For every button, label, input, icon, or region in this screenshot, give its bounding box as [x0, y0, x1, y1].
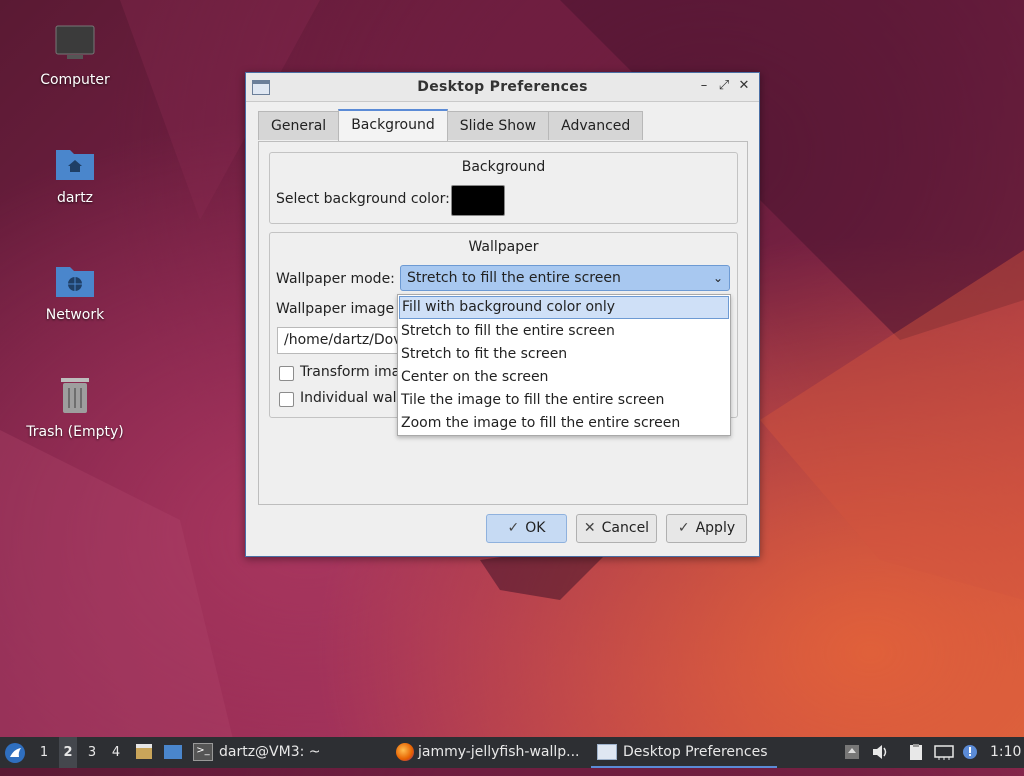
network-button[interactable]	[934, 743, 954, 761]
tab-background[interactable]: Background	[338, 109, 448, 141]
desktop-icon-home[interactable]: dartz	[15, 140, 135, 206]
task-terminal[interactable]: >_ dartz@VM3: ~	[193, 737, 321, 768]
desktop-icon-trash[interactable]: Trash (Empty)	[15, 374, 135, 440]
apply-label: Apply	[695, 520, 736, 536]
tab-bar: General Background Slide Show Advanced	[258, 109, 644, 141]
workspace-2[interactable]: 2	[59, 737, 77, 768]
tab-advanced[interactable]: Advanced	[548, 111, 644, 140]
wallpaper-frame-title: Wallpaper	[468, 239, 539, 255]
terminal-icon: >_	[193, 743, 213, 761]
transform-image-checkbox[interactable]	[279, 366, 294, 381]
task-label: Desktop Preferences	[623, 744, 768, 760]
wallpaper-mode-label: Wallpaper mode:	[276, 271, 395, 287]
desktop-icon-label: dartz	[56, 190, 94, 206]
notification-button[interactable]	[961, 743, 979, 761]
workspace-3[interactable]: 3	[83, 737, 101, 768]
start-menu-button[interactable]	[4, 742, 26, 764]
wallpaper-image-label: Wallpaper image f	[276, 301, 404, 317]
volume-button[interactable]	[871, 743, 889, 761]
dropdown-option[interactable]: Center on the screen	[398, 366, 730, 389]
task-label: dartz@VM3: ~	[219, 744, 321, 760]
file-manager-launcher[interactable]	[135, 743, 153, 761]
up-arrow-icon	[845, 745, 859, 759]
background-color-label: Select background color:	[276, 191, 450, 207]
task-label: jammy-jellyfish-wallp...	[418, 744, 580, 760]
task-desktop-preferences[interactable]: Desktop Preferences	[591, 737, 777, 768]
network-folder-icon	[53, 257, 97, 301]
lubuntu-logo-icon	[5, 743, 25, 763]
computer-icon	[53, 22, 97, 66]
dropdown-option[interactable]: Fill with background color only	[399, 296, 729, 319]
checkmark-icon: ✓	[677, 520, 690, 536]
workspace-1[interactable]: 1	[35, 737, 53, 768]
dropdown-option[interactable]: Zoom the image to fill the entire screen	[398, 412, 730, 435]
home-folder-icon	[53, 140, 97, 184]
apply-button[interactable]: ✓ Apply	[666, 514, 747, 543]
dropdown-option[interactable]: Stretch to fit the screen	[398, 343, 730, 366]
wallpaper-mode-select[interactable]: Stretch to fill the entire screen ⌄	[400, 265, 730, 291]
individual-wallpaper-checkbox[interactable]	[279, 392, 294, 407]
info-icon	[963, 745, 977, 759]
show-desktop-button[interactable]	[163, 743, 182, 761]
clipboard-button[interactable]	[907, 743, 925, 761]
title-bar[interactable]: Desktop Preferences – ⤢ ✕	[246, 73, 759, 102]
transform-image-label: Transform ima	[300, 364, 401, 380]
dropdown-option[interactable]: Stretch to fill the entire screen	[398, 320, 730, 343]
network-icon	[934, 745, 954, 760]
close-button[interactable]: ✕	[736, 78, 752, 94]
wallpaper-mode-value: Stretch to fill the entire screen	[407, 270, 621, 286]
desktop-icon	[164, 745, 182, 759]
speaker-icon	[873, 745, 887, 759]
trash-icon	[53, 374, 97, 418]
tab-slide-show[interactable]: Slide Show	[446, 111, 550, 140]
clipboard-icon	[910, 744, 922, 760]
desktop-icon-computer[interactable]: Computer	[15, 22, 135, 88]
individual-wallpaper-label: Individual wall	[300, 390, 401, 406]
wallpaper-mode-dropdown: Fill with background color only Stretch …	[397, 294, 731, 436]
folder-icon	[136, 744, 152, 759]
minimize-button[interactable]: –	[696, 78, 712, 94]
window-icon	[597, 744, 617, 760]
window-title: Desktop Preferences	[417, 79, 588, 95]
workspace-4[interactable]: 4	[107, 737, 125, 768]
maximize-button[interactable]: ⤢	[716, 78, 732, 94]
desktop-icon-label: Computer	[40, 72, 110, 88]
background-frame: Background Select background color:	[269, 152, 738, 224]
upload-indicator[interactable]	[843, 743, 861, 761]
clock[interactable]: 1:10	[990, 737, 1021, 768]
cancel-label: Cancel	[601, 520, 650, 536]
background-frame-title: Background	[461, 159, 546, 175]
ok-label: OK	[525, 520, 546, 536]
x-icon: ✕	[583, 520, 596, 536]
desktop-icon-label: Network	[45, 307, 105, 323]
taskbar: 1 2 3 4 >_ dartz@VM3: ~ jammy-jellyfish-w…	[0, 737, 1024, 768]
dropdown-option[interactable]: Tile the image to fill the entire screen	[398, 389, 730, 412]
tab-general[interactable]: General	[258, 111, 340, 140]
background-color-button[interactable]	[451, 185, 505, 216]
cancel-button[interactable]: ✕ Cancel	[576, 514, 657, 543]
chevron-down-icon: ⌄	[712, 271, 723, 285]
desktop-icon-network[interactable]: Network	[15, 257, 135, 323]
checkmark-icon: ✓	[507, 520, 520, 536]
desktop-icon-label: Trash (Empty)	[26, 424, 124, 440]
task-firefox[interactable]: jammy-jellyfish-wallp...	[396, 737, 580, 768]
firefox-icon	[396, 743, 414, 761]
ok-button[interactable]: ✓ OK	[486, 514, 567, 543]
